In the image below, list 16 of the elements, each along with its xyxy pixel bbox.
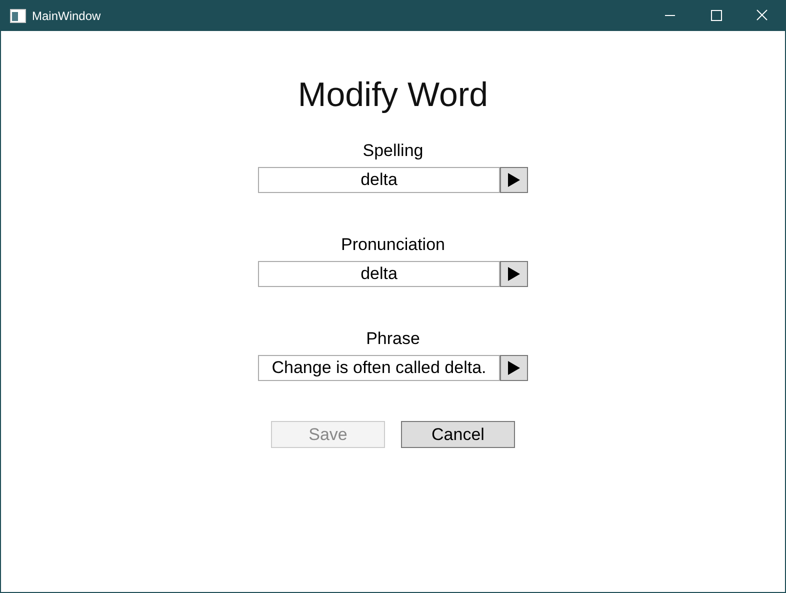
play-button[interactable] [500, 355, 528, 381]
field-label: Pronunciation [341, 234, 445, 256]
page-heading: Modify Word [298, 75, 488, 116]
text-field[interactable]: Change is often called delta. [258, 355, 500, 381]
window-title: MainWindow [32, 8, 101, 22]
play-button[interactable] [500, 261, 528, 287]
play-icon [507, 172, 521, 188]
window-icon [10, 8, 26, 22]
cancel-button[interactable]: Cancel [401, 421, 515, 448]
play-icon [507, 360, 521, 376]
play-icon [507, 266, 521, 282]
field-label: Spelling [362, 140, 424, 162]
text-field[interactable]: delta [258, 167, 500, 193]
text-field[interactable]: delta [258, 261, 500, 287]
field-label: Phrase [366, 328, 420, 350]
play-button[interactable] [500, 167, 528, 193]
